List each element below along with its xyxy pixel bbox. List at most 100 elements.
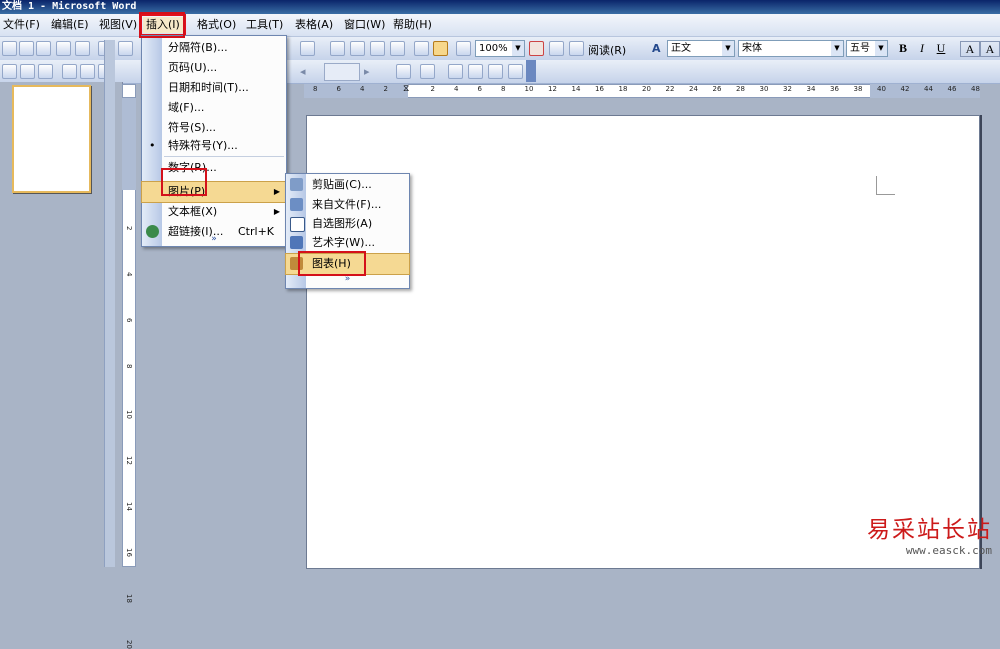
read-button[interactable]: 阅读(R)	[588, 42, 626, 58]
ruler-number: 4	[360, 85, 365, 93]
menu-item-break[interactable]: 分隔符(B)...	[142, 38, 286, 58]
font-color-button[interactable]: A	[960, 41, 980, 57]
chevron-down-icon: ▼	[722, 41, 734, 56]
menu-table[interactable]: 表格(A)	[292, 17, 336, 33]
menu-tools[interactable]: 工具(T)	[243, 17, 286, 33]
nav-prev-icon[interactable]: ◂	[300, 65, 306, 78]
menu-separator	[164, 156, 284, 157]
ruler-number: 32	[783, 85, 792, 93]
vertical-ruler-number: 20	[125, 640, 133, 649]
menu-window[interactable]: 窗口(W)	[341, 17, 388, 33]
vertical-ruler-numbers: 2 4 6 8 10 12 14 16 18 20	[122, 98, 136, 649]
ruler-number: 10	[524, 85, 534, 93]
read-icon[interactable]	[569, 41, 584, 56]
menu-item-field[interactable]: 域(F)...	[142, 98, 286, 118]
tab-selector[interactable]	[122, 84, 136, 98]
show-hide-icon[interactable]	[488, 64, 503, 79]
menu-item-label: 分隔符(B)...	[168, 41, 228, 54]
ruler-number: 16	[595, 85, 604, 93]
drawing-icon[interactable]	[433, 41, 448, 56]
menu-item-symbol[interactable]: 符号(S)...	[142, 118, 286, 138]
vertical-ruler-number: 18	[125, 594, 133, 603]
tables-borders-icon[interactable]	[350, 41, 365, 56]
insert-excel-icon[interactable]	[390, 41, 405, 56]
menu-item-wordart[interactable]: 艺术字(W)...	[286, 233, 409, 253]
indent-marker-icon[interactable]: ⧖	[403, 84, 409, 94]
menu-item-page-numbers[interactable]: 页码(U)...	[142, 58, 286, 78]
underline-button[interactable]: U	[932, 40, 950, 57]
menu-view[interactable]: 视图(V)	[96, 17, 140, 33]
hyperlink-icon[interactable]	[330, 41, 345, 56]
menu-item-autoshapes[interactable]: 自选图形(A)	[286, 214, 409, 234]
page-field[interactable]	[324, 63, 360, 81]
columns-icon[interactable]	[414, 41, 429, 56]
ruler-number: 34	[806, 85, 816, 93]
bold-button[interactable]: B	[894, 40, 912, 57]
menu-item-picture[interactable]: 图片(P) ▶	[141, 181, 287, 203]
styles-pane-icon[interactable]: A	[652, 42, 661, 55]
window-title: 文档 1 - Microsoft Word	[2, 1, 137, 12]
menu-edit[interactable]: 编辑(E)	[48, 17, 92, 33]
permission-icon[interactable]	[56, 41, 71, 56]
insert-table-icon[interactable]	[370, 41, 385, 56]
autoshapes-icon	[290, 217, 305, 232]
print-preview-icon[interactable]	[118, 41, 133, 56]
toolbar-overflow-icon[interactable]	[526, 60, 536, 82]
open-icon[interactable]	[19, 41, 34, 56]
menu-help[interactable]: 帮助(H)	[390, 17, 435, 33]
menu-format[interactable]: 格式(O)	[194, 17, 239, 33]
split-icon[interactable]	[80, 64, 95, 79]
header-footer-icon[interactable]	[420, 64, 435, 79]
font-value: 宋体	[742, 43, 762, 54]
menu-item-clipart[interactable]: 剪贴画(C)...	[286, 175, 409, 195]
window-title-bar: 文档 1 - Microsoft Word	[0, 0, 1000, 14]
menu-item-label: 文本框(X)	[168, 205, 218, 218]
chevron-down-icon: ▼	[831, 41, 843, 56]
italic-button[interactable]: I	[913, 40, 931, 57]
menu-item-label: 符号(S)...	[168, 121, 217, 134]
new-document-icon[interactable]	[2, 41, 17, 56]
eraser-icon[interactable]	[20, 64, 35, 79]
page-thumbnail[interactable]	[12, 85, 91, 193]
border-icon[interactable]	[38, 64, 53, 79]
m-icon[interactable]	[529, 41, 544, 56]
document-map-icon[interactable]	[456, 41, 471, 56]
copy-format-icon[interactable]	[448, 64, 463, 79]
submenu-arrow-icon: ▶	[273, 207, 280, 216]
menu-file[interactable]: 文件(F)	[0, 17, 43, 33]
ruler-number: 24	[689, 85, 698, 93]
vertical-ruler-number: 16	[125, 548, 133, 557]
redo-icon[interactable]	[300, 41, 315, 56]
char-border-button[interactable]: A	[980, 41, 1000, 57]
menu-item-special-symbol[interactable]: • 特殊符号(Y)...	[142, 136, 286, 156]
vertical-ruler-number: 4	[125, 272, 133, 277]
merge-icon[interactable]	[62, 64, 77, 79]
menu-item-number[interactable]: 数字(R)...	[142, 158, 286, 178]
text-direction-icon[interactable]	[396, 64, 411, 79]
font-select[interactable]: 宋体 ▼	[738, 40, 844, 57]
submenu-expand-icon[interactable]: »	[286, 272, 409, 286]
menu-item-chart[interactable]: 图表(H)	[285, 253, 410, 275]
pencil-icon[interactable]	[2, 64, 17, 79]
nav-next-icon[interactable]: ▸	[364, 65, 370, 78]
menu-item-textbox[interactable]: 文本框(X) ▶	[142, 202, 286, 222]
email-icon[interactable]	[75, 41, 90, 56]
menu-item-date-time[interactable]: 日期和时间(T)...	[142, 78, 286, 98]
watermark-text: 易采站长站	[867, 517, 992, 543]
close-header-icon[interactable]	[508, 64, 523, 79]
menu-item-from-file[interactable]: 来自文件(F)...	[286, 195, 409, 215]
submenu-arrow-icon: ▶	[273, 187, 280, 196]
save-icon[interactable]	[36, 41, 51, 56]
menu-insert[interactable]: 插入(I)	[140, 14, 186, 36]
help-icon[interactable]	[549, 41, 564, 56]
pane-splitter[interactable]	[104, 40, 115, 567]
zoom-select[interactable]: 100% ▼	[475, 40, 525, 57]
wordart-icon	[290, 236, 303, 249]
menu-expand-icon[interactable]: »	[142, 232, 286, 246]
ruler-number: 36	[830, 85, 839, 93]
page-setup-icon[interactable]	[468, 64, 483, 79]
style-select[interactable]: 正文 ▼	[667, 40, 735, 57]
ruler-number: 26	[712, 85, 722, 93]
ruler-number: 2	[383, 85, 388, 93]
font-size-select[interactable]: 五号 ▼	[846, 40, 888, 57]
